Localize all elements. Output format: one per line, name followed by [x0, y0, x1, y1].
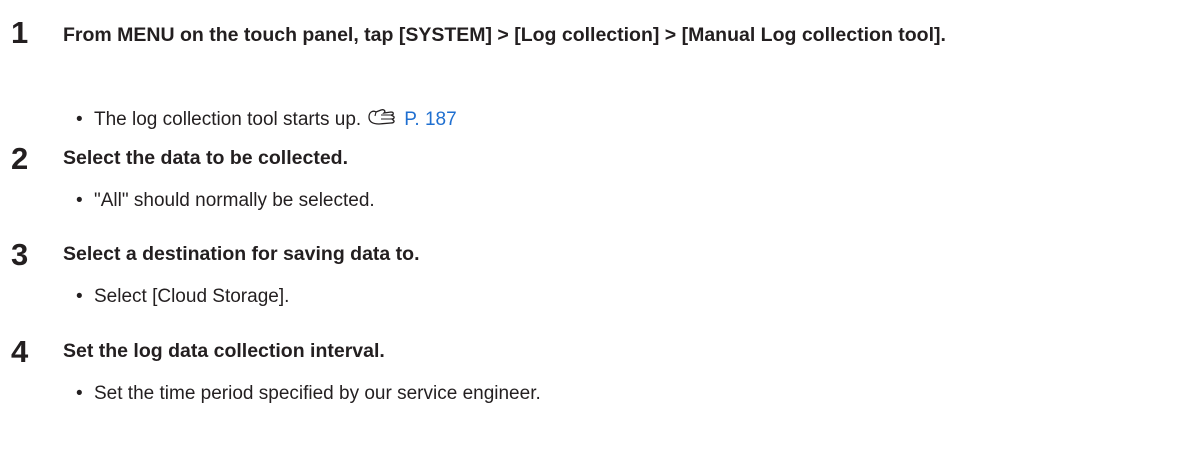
step-title: From MENU on the touch panel, tap [SYSTE… [63, 24, 946, 46]
bullet-text: The log collection tool starts up. [94, 109, 362, 130]
page-reference-link[interactable]: P. 187 [404, 109, 456, 130]
step-number: 3 [11, 237, 29, 272]
step-number: 4 [11, 334, 29, 369]
page-reference-icon [367, 107, 399, 134]
bullet-text: Select [Cloud Storage]. [94, 286, 290, 307]
bullet-dot: • [76, 109, 83, 130]
step-bullet: • The log collection tool starts up. P. 1… [76, 107, 457, 134]
step-title: Select a destination for saving data to. [63, 243, 420, 265]
step-bullet: • Set the time period specified by our se… [76, 382, 541, 406]
bullet-dot: • [76, 383, 83, 404]
bullet-dot: • [76, 286, 83, 307]
step-title: Select the data to be collected. [63, 147, 348, 169]
step-bullet: • Select [Cloud Storage]. [76, 285, 289, 309]
step-number: 1 [11, 15, 29, 50]
bullet-text: "All" should normally be selected. [94, 190, 375, 211]
bullet-dot: • [76, 190, 83, 211]
step-title: Set the log data collection interval. [63, 340, 385, 362]
step-bullet: • "All" should normally be selected. [76, 189, 375, 213]
bullet-text: Set the time period specified by our ser… [94, 383, 541, 404]
step-number: 2 [11, 141, 29, 176]
